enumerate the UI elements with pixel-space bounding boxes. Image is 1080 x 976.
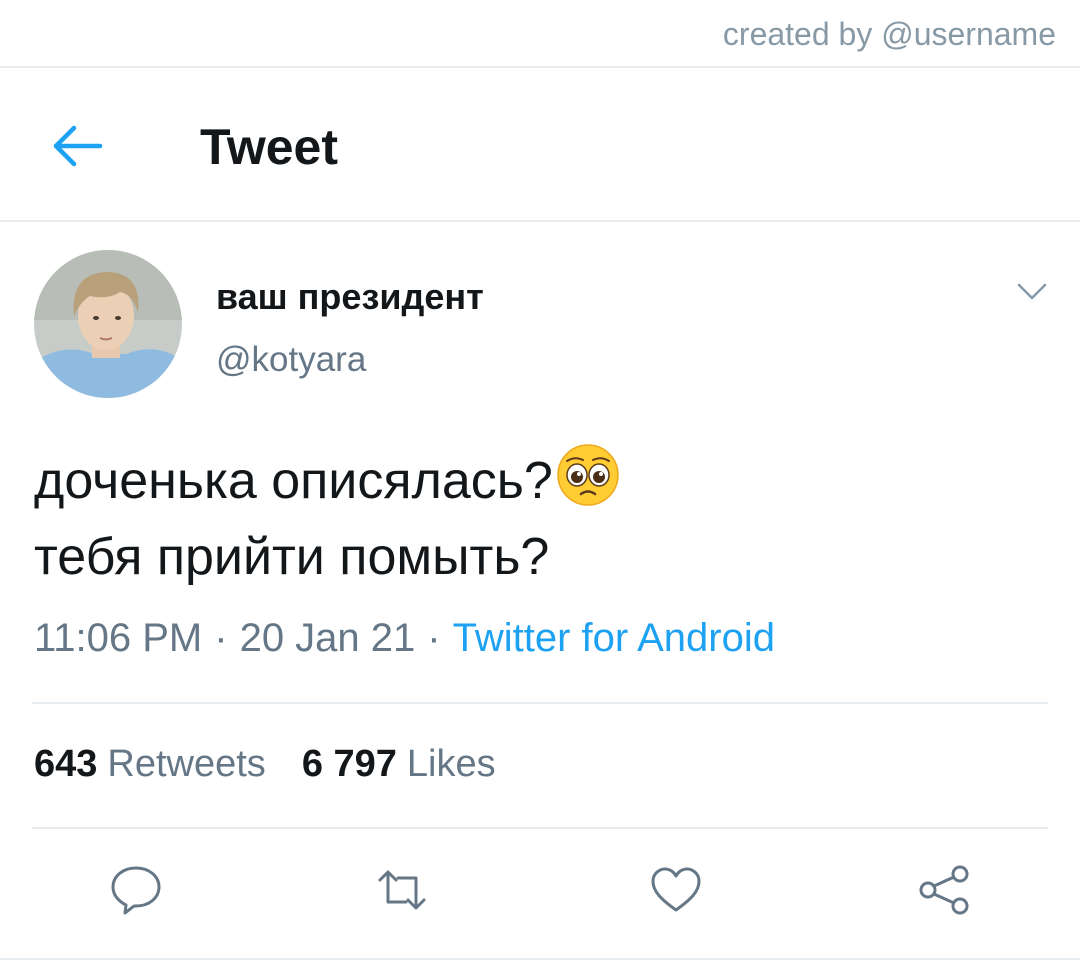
top-divider (0, 66, 1080, 68)
tweet-line-1: доченька описялась? (34, 442, 621, 519)
author-display-name[interactable]: ваш президент (216, 276, 484, 318)
back-arrow-icon[interactable] (52, 124, 104, 168)
chevron-down-icon[interactable] (1016, 282, 1048, 302)
meta-separator: · (427, 616, 441, 660)
meta-separator: · (214, 616, 228, 660)
bottom-divider (0, 958, 1080, 960)
share-button[interactable] (916, 862, 972, 918)
reply-icon (111, 866, 161, 915)
retweet-button[interactable] (374, 862, 430, 918)
like-button[interactable] (648, 862, 704, 918)
retweets-stat[interactable]: 643 Retweets (34, 743, 266, 785)
tweet-line-1-text: доченька описялась? (34, 452, 553, 510)
tweet-stats: 643 Retweets 6 797 Likes (34, 743, 496, 786)
meta-divider (32, 702, 1048, 704)
author-handle[interactable]: @kotyara (216, 340, 366, 380)
retweet-icon (378, 870, 426, 910)
tweet-source-link[interactable]: Twitter for Android (453, 616, 775, 660)
pleading-face-icon (555, 442, 621, 508)
watermark-credit: created by @username (722, 16, 1056, 52)
likes-label: Likes (406, 743, 496, 785)
tweet-text: доченька описялась? тебя прийти помыть? (34, 442, 621, 595)
share-icon (919, 865, 969, 915)
tweet-line-2: тебя прийти помыть? (34, 528, 550, 586)
reply-button[interactable] (108, 862, 164, 918)
tweet-meta: 11:06 PM · 20 Jan 21 · Twitter for Android (34, 616, 775, 661)
stats-divider (32, 827, 1048, 829)
heart-icon (651, 867, 701, 912)
page-title: Tweet (200, 119, 338, 175)
tweet-date: 20 Jan 21 (239, 616, 416, 660)
avatar[interactable] (34, 250, 182, 398)
likes-stat[interactable]: 6 797 Likes (302, 743, 496, 785)
retweets-count: 643 (34, 743, 98, 785)
likes-count: 6 797 (301, 743, 397, 785)
tweet-time: 11:06 PM (34, 616, 203, 660)
retweets-label: Retweets (107, 743, 266, 785)
header-divider (0, 220, 1080, 222)
